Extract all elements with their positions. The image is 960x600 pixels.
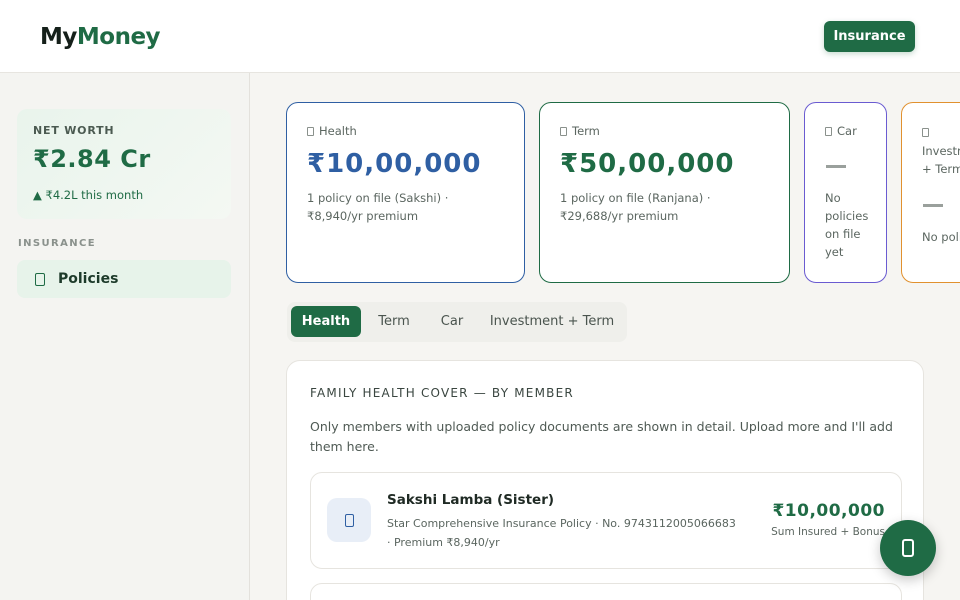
- member-sum-caption: Sum Insured + Bonus: [771, 526, 885, 538]
- car-icon: [825, 126, 832, 136]
- shield-icon: [327, 498, 371, 542]
- brand-logo[interactable]: MyMoney: [40, 24, 161, 50]
- family-health-panel: FAMILY HEALTH COVER — BY MEMBER Only mem…: [286, 360, 924, 600]
- member-row[interactable]: [310, 583, 902, 600]
- member-sum-insured: ₹10,00,000: [772, 501, 885, 521]
- net-worth-value: ₹2.84 Cr: [33, 145, 151, 173]
- investment-icon: [922, 128, 929, 137]
- card-subtext: No policies on file yet: [922, 230, 960, 244]
- tab-health[interactable]: Health: [291, 306, 361, 337]
- member-policy-detail: Star Comprehensive Insurance Policy · No…: [387, 517, 736, 549]
- investment-summary-card[interactable]: Investment + Term No policies on file ye…: [901, 102, 960, 283]
- card-subtext: 1 policy on file (Ranjana) · ₹29,688/yr …: [560, 191, 711, 223]
- panel-description: Only members with uploaded policy docume…: [310, 419, 893, 454]
- upload-fab-button[interactable]: [880, 520, 936, 576]
- car-summary-card[interactable]: Car No policies on file yet: [804, 102, 887, 283]
- sidebar-section-label: INSURANCE: [18, 238, 96, 249]
- sidebar: NET WORTH ₹2.84 Cr ▲ ₹4.2L this month IN…: [0, 73, 250, 600]
- brand-logo-part2: Money: [76, 24, 161, 50]
- insurance-button[interactable]: Insurance: [824, 21, 915, 52]
- card-amount: ₹50,00,000: [560, 149, 735, 179]
- net-worth-card: NET WORTH ₹2.84 Cr ▲ ₹4.2L this month: [17, 109, 231, 219]
- sidebar-item-policies[interactable]: Policies: [17, 260, 231, 298]
- tab-term[interactable]: Term: [365, 306, 423, 337]
- document-icon: [902, 539, 914, 557]
- top-bar: MyMoney Insurance: [0, 0, 960, 73]
- empty-amount-dash: [923, 204, 943, 207]
- card-amount: ₹10,00,000: [307, 149, 482, 179]
- card-label: Investment + Term: [922, 144, 960, 176]
- insurance-tabs: Health Term Car Investment + Term: [287, 302, 627, 342]
- tab-investment-term[interactable]: Investment + Term: [481, 306, 623, 337]
- term-icon: [560, 126, 567, 136]
- card-label: Car: [837, 124, 857, 138]
- health-summary-card[interactable]: Health ₹10,00,000 1 policy on file (Saks…: [286, 102, 525, 283]
- card-subtext: 1 policy on file (Sakshi) · ₹8,940/yr pr…: [307, 191, 449, 223]
- brand-logo-part1: My: [40, 24, 77, 50]
- net-worth-label: NET WORTH: [33, 124, 115, 137]
- card-subtext: No policies on file yet: [825, 191, 869, 259]
- term-summary-card[interactable]: Term ₹50,00,000 1 policy on file (Ranjan…: [539, 102, 790, 283]
- document-icon: [35, 272, 45, 286]
- member-row[interactable]: Sakshi Lamba (Sister) Star Comprehensive…: [310, 472, 902, 569]
- tab-car[interactable]: Car: [427, 306, 477, 337]
- sidebar-item-label: Policies: [58, 271, 119, 287]
- card-label: Term: [572, 124, 600, 138]
- empty-amount-dash: [826, 165, 846, 168]
- net-worth-delta: ▲ ₹4.2L this month: [33, 188, 144, 202]
- health-icon: [307, 126, 314, 136]
- card-label: Health: [319, 124, 357, 138]
- member-name: Sakshi Lamba (Sister): [387, 492, 555, 508]
- panel-title: FAMILY HEALTH COVER — BY MEMBER: [310, 386, 574, 400]
